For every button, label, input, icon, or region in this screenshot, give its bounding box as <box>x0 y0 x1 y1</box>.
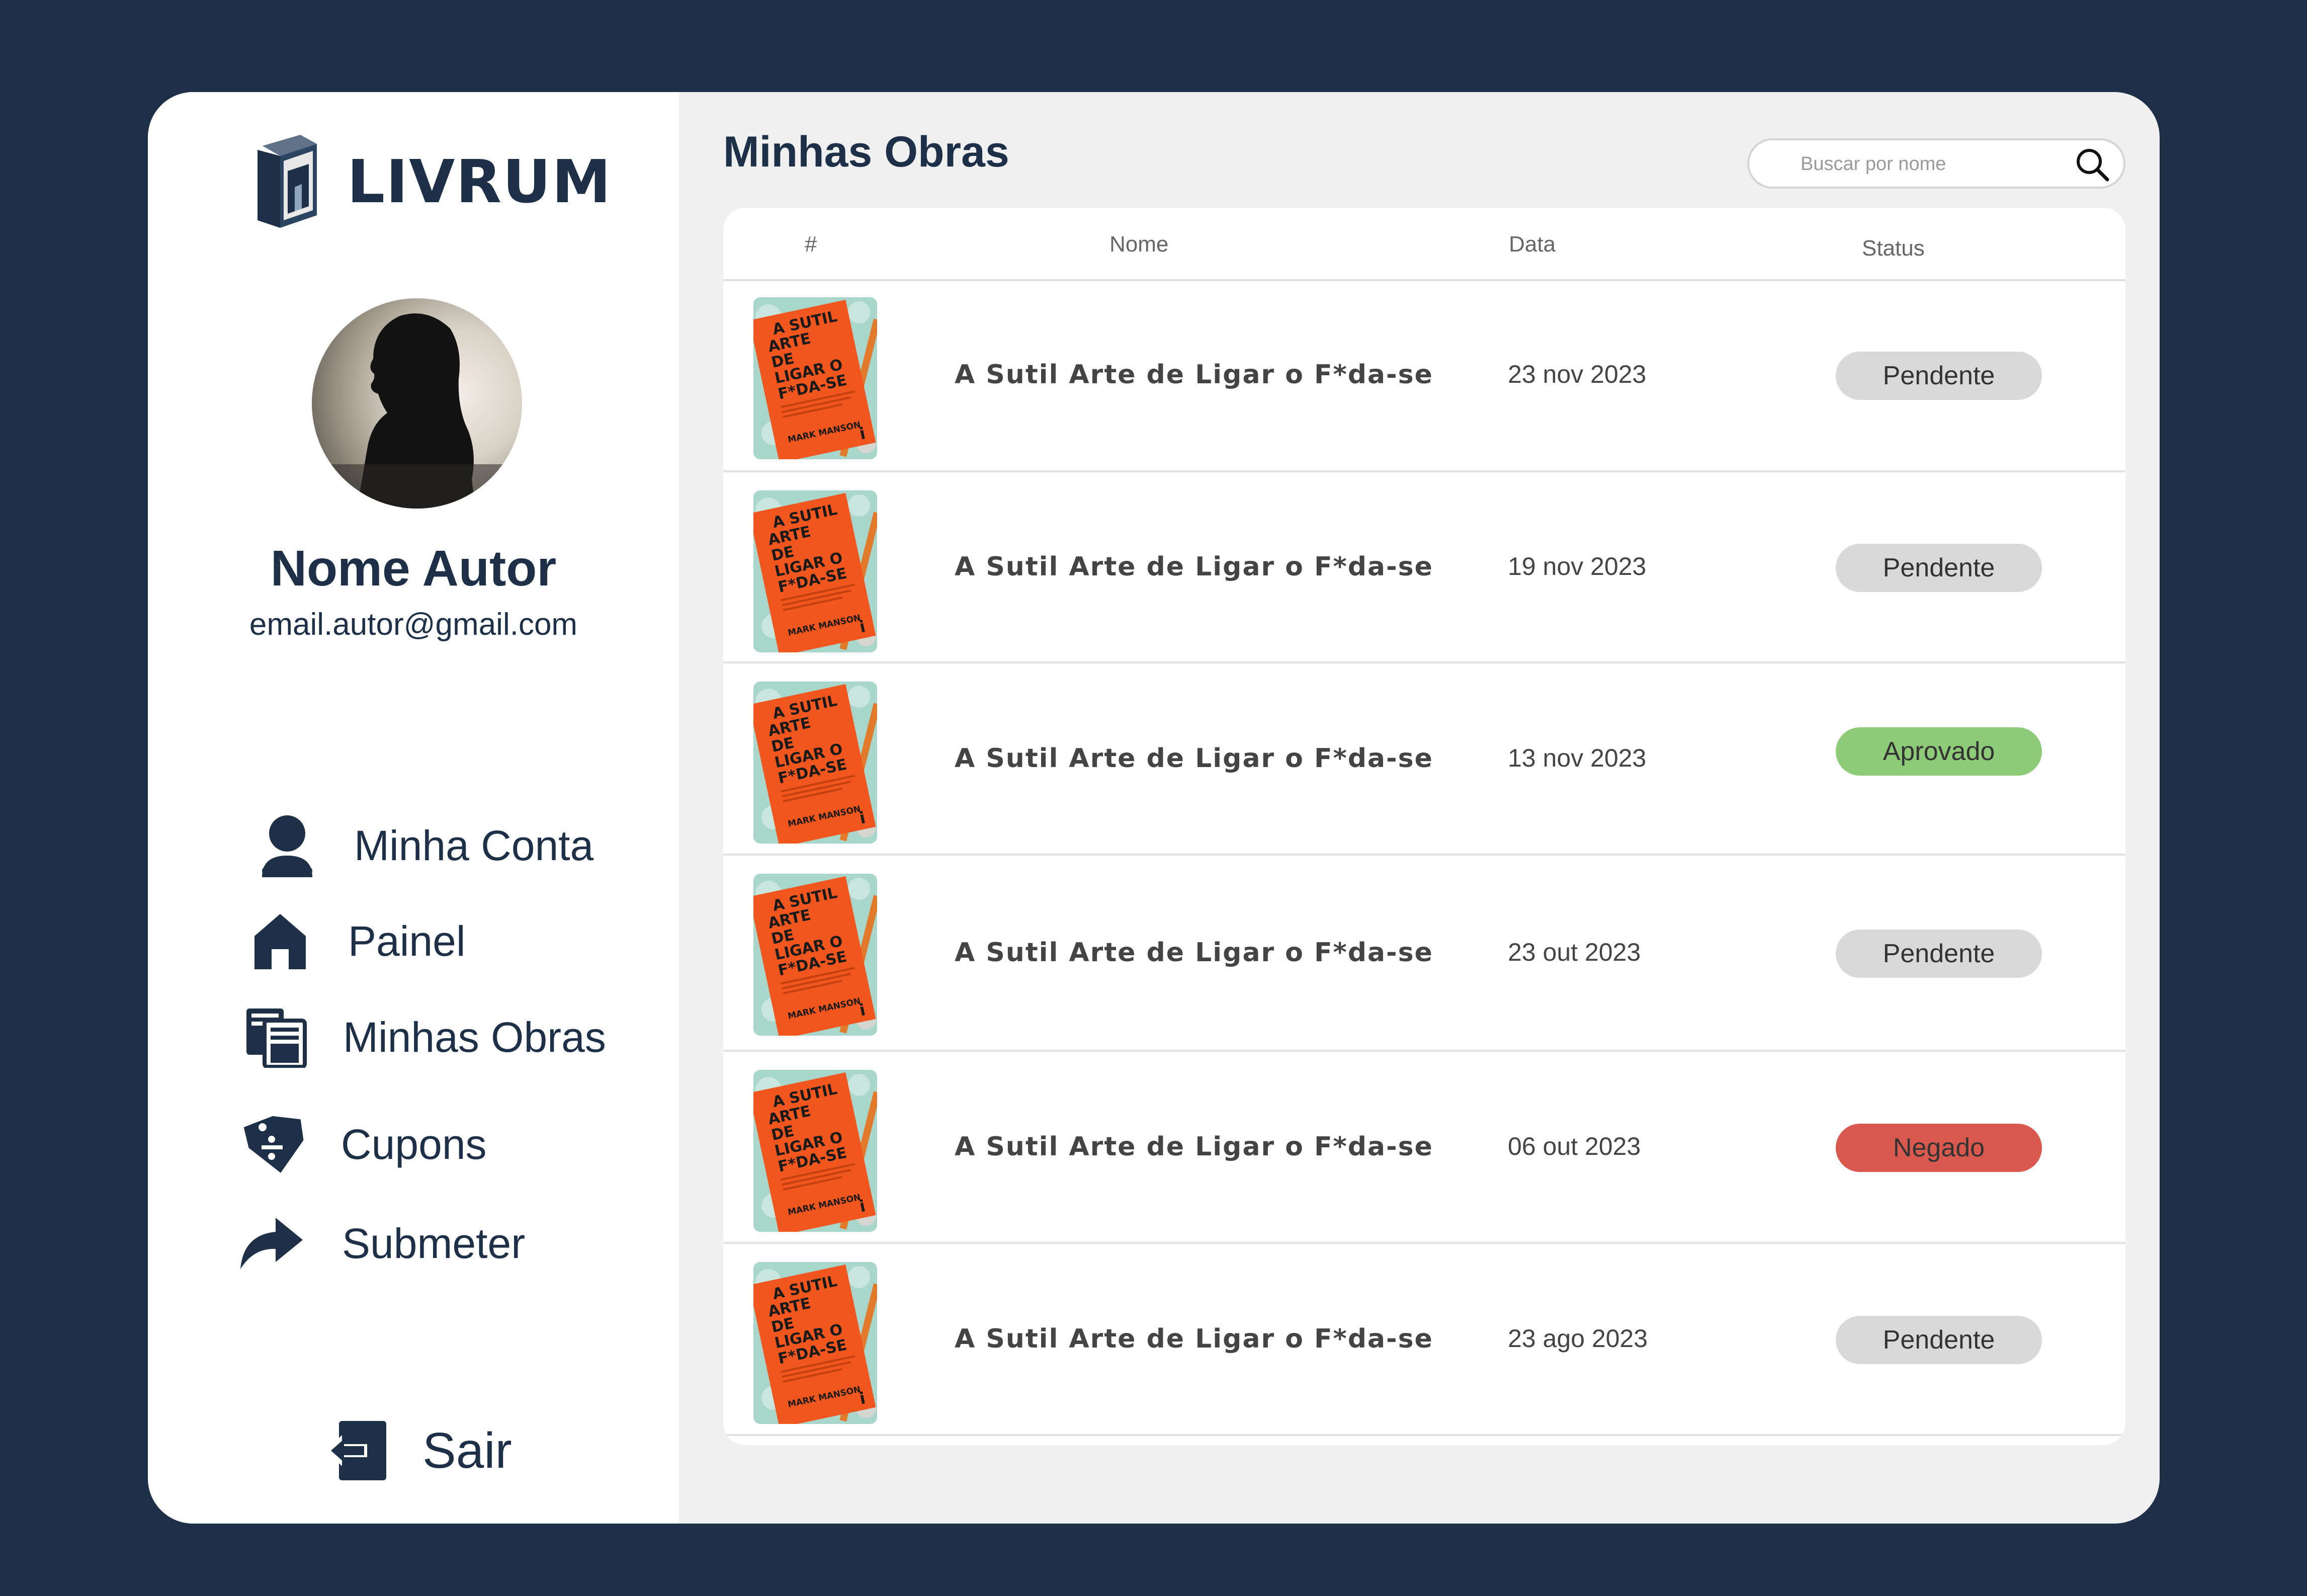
column-header-number: # <box>805 232 817 257</box>
logout-label: Sair <box>422 1422 512 1479</box>
author-email: email.autor@gmail.com <box>249 607 578 642</box>
book-cover-art: A SUTIL ARTE DE LIGAR O F*DA-SE MARK MAN… <box>753 297 877 459</box>
user-icon <box>262 815 312 877</box>
table-header: # Nome Data Status <box>723 208 2125 281</box>
search-box[interactable] <box>1747 138 2125 189</box>
logout-icon <box>324 1421 386 1480</box>
book-date: 23 ago 2023 <box>1508 1324 1648 1353</box>
status-badge: Aprovado <box>1836 727 2042 776</box>
book-title[interactable]: A Sutil Arte de Ligar o F*da-se <box>955 360 1433 390</box>
table-row[interactable]: A SUTIL ARTE DE LIGAR O F*DA-SE MARK MAN… <box>723 1052 2125 1244</box>
search-icon[interactable] <box>2075 147 2109 182</box>
brand-name: LIVRUM <box>347 146 612 216</box>
brand[interactable]: LIVRUM <box>252 135 612 228</box>
avatar-silhouette <box>312 313 522 509</box>
column-header-status: Status <box>1862 236 1925 261</box>
column-header-data: Data <box>1509 232 1556 257</box>
status-badge: Pendente <box>1836 352 2042 400</box>
table-row[interactable]: A SUTIL ARTE DE LIGAR O F*DA-SE MARK MAN… <box>723 472 2125 663</box>
book-date: 06 out 2023 <box>1508 1132 1641 1160</box>
share-arrow-icon <box>240 1218 303 1269</box>
book-cover-image[interactable]: A SUTIL ARTE DE LIGAR O F*DA-SE MARK MAN… <box>753 1070 877 1232</box>
coupon-icon <box>243 1116 304 1173</box>
table-row[interactable]: A SUTIL ARTE DE LIGAR O F*DA-SE MARK MAN… <box>723 663 2125 856</box>
book-date: 19 nov 2023 <box>1508 552 1647 580</box>
works-table: # Nome Data Status A SUTIL ARTE DE LIGAR <box>723 208 2125 1445</box>
book-cover-image[interactable]: A SUTIL ARTE DE LIGAR O F*DA-SE MARK MAN… <box>753 1262 877 1424</box>
book-cover-art: A SUTIL ARTE DE LIGAR O F*DA-SE MARK MAN… <box>753 682 877 844</box>
sidebar-item-minha-conta[interactable]: Minha Conta <box>260 814 593 877</box>
sidebar-item-label: Minha Conta <box>354 822 594 869</box>
avatar <box>312 298 522 509</box>
book-logo-icon <box>258 135 317 228</box>
book-cover-image[interactable]: A SUTIL ARTE DE LIGAR O F*DA-SE MARK MAN… <box>753 297 877 459</box>
book-title[interactable]: A Sutil Arte de Ligar o F*da-se <box>955 743 1433 774</box>
book-cover-art: A SUTIL ARTE DE LIGAR O F*DA-SE MARK MAN… <box>753 490 877 652</box>
book-title[interactable]: A Sutil Arte de Ligar o F*da-se <box>955 1132 1433 1162</box>
sidebar-item-cupons[interactable]: Cupons <box>241 1113 487 1175</box>
sidebar-item-label: Minhas Obras <box>343 1013 606 1061</box>
book-title[interactable]: A Sutil Arte de Ligar o F*da-se <box>955 1324 1433 1354</box>
book-title[interactable]: A Sutil Arte de Ligar o F*da-se <box>955 938 1433 968</box>
table-row[interactable]: A SUTIL ARTE DE LIGAR O F*DA-SE MARK MAN… <box>723 279 2125 472</box>
table-row[interactable]: A SUTIL ARTE DE LIGAR O F*DA-SE MARK MAN… <box>723 856 2125 1052</box>
book-date: 13 nov 2023 <box>1508 744 1647 772</box>
sidebar-item-painel[interactable]: Painel <box>253 913 466 969</box>
sidebar-item-label: Cupons <box>341 1120 487 1168</box>
status-badge: Pendente <box>1836 930 2042 978</box>
status-badge: Negado <box>1836 1124 2042 1172</box>
book-date: 23 nov 2023 <box>1508 360 1647 388</box>
home-icon <box>254 914 306 969</box>
author-name: Nome Autor <box>270 540 557 597</box>
book-cover-image[interactable]: A SUTIL ARTE DE LIGAR O F*DA-SE MARK MAN… <box>753 490 877 652</box>
book-date: 23 out 2023 <box>1508 938 1641 966</box>
logout-button[interactable]: Sair <box>324 1420 512 1481</box>
book-title[interactable]: A Sutil Arte de Ligar o F*da-se <box>955 552 1433 582</box>
book-cover-image[interactable]: A SUTIL ARTE DE LIGAR O F*DA-SE MARK MAN… <box>753 874 877 1036</box>
status-badge: Pendente <box>1836 1316 2042 1364</box>
sidebar-item-submeter[interactable]: Submeter <box>238 1217 525 1270</box>
book-cover-art: A SUTIL ARTE DE LIGAR O F*DA-SE MARK MAN… <box>753 874 877 1036</box>
page-title: Minhas Obras <box>723 128 1009 176</box>
table-row[interactable]: A SUTIL ARTE DE LIGAR O F*DA-SE MARK MAN… <box>723 1244 2125 1436</box>
sidebar-item-minhas-obras[interactable]: Minhas Obras <box>244 1006 606 1068</box>
app-window: LIVRUM Nome Autor email.autor@gmail.com … <box>148 92 2160 1524</box>
book-cover-art: A SUTIL ARTE DE LIGAR O F*DA-SE MARK MAN… <box>753 1070 877 1232</box>
sidebar-item-label: Painel <box>348 917 466 965</box>
search-input[interactable] <box>1800 148 2053 180</box>
status-badge: Pendente <box>1836 544 2042 592</box>
sidebar-item-label: Submeter <box>342 1219 526 1267</box>
column-header-nome: Nome <box>1109 232 1169 257</box>
book-cover-art: A SUTIL ARTE DE LIGAR O F*DA-SE MARK MAN… <box>753 1262 877 1424</box>
books-icon <box>246 1009 307 1068</box>
book-cover-image[interactable]: A SUTIL ARTE DE LIGAR O F*DA-SE MARK MAN… <box>753 682 877 844</box>
sidebar: LIVRUM Nome Autor email.autor@gmail.com … <box>148 92 679 1524</box>
